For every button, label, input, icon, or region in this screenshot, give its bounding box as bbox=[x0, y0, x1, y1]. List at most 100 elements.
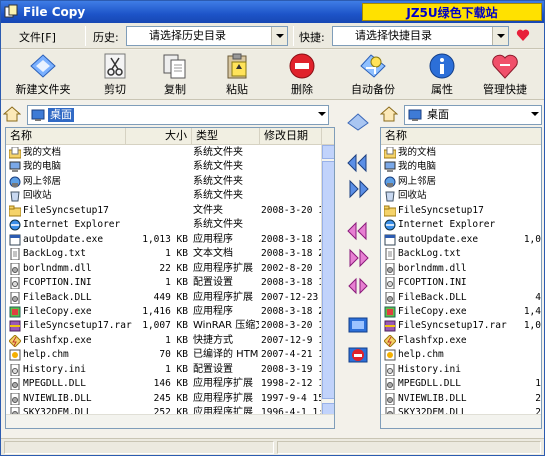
right-file-list[interactable]: 名称 我的文档 我的电脑 网上邻居 回收站 FileSyncsetup17 Interne… bbox=[380, 127, 542, 429]
file-row[interactable]: FileSyncsetup17.rar 1,0 bbox=[381, 319, 541, 334]
home-icon[interactable] bbox=[380, 106, 398, 122]
chevron-down-icon[interactable] bbox=[271, 27, 287, 45]
app-file-icon bbox=[9, 306, 21, 318]
favorite-heart-icon[interactable] bbox=[516, 28, 530, 42]
file-row[interactable]: BackLog.txt bbox=[381, 247, 541, 262]
left-path-select[interactable]: 桌面 bbox=[27, 105, 329, 125]
ini-file-icon bbox=[385, 277, 395, 290]
file-row[interactable]: 回收站 bbox=[381, 189, 541, 204]
file-size: 1 KB bbox=[165, 248, 188, 260]
file-size: 1 KB bbox=[165, 334, 188, 346]
file-row[interactable]: 我的文档 系统文件夹 bbox=[6, 146, 334, 161]
close-screen-icon[interactable] bbox=[346, 346, 370, 366]
manage-shortcut-button[interactable]: 管理快捷 bbox=[477, 52, 533, 98]
file-row[interactable]: help.chm bbox=[381, 348, 541, 363]
file-row[interactable]: FileCopy.exe 1,416 KB 应用程序 2008-3-18 22 bbox=[6, 305, 334, 320]
screen-icon[interactable] bbox=[346, 316, 370, 336]
scroll-thumb[interactable] bbox=[322, 161, 334, 399]
divider bbox=[85, 26, 86, 46]
auto-backup-button[interactable]: 自动备份 bbox=[345, 52, 401, 98]
file-row[interactable]: BackLog.txt 1 KB 文本文档 2008-3-18 20 bbox=[6, 247, 334, 262]
file-row[interactable]: FileSyncsetup17 bbox=[381, 204, 541, 219]
column-type[interactable]: 类型 bbox=[192, 128, 260, 145]
file-row[interactable]: 网上邻居 bbox=[381, 175, 541, 190]
file-row[interactable]: FileBack.DLL 449 KB 应用程序扩展 2007-12-23 12 bbox=[6, 291, 334, 306]
dll-file-icon bbox=[385, 392, 395, 405]
new-folder-button[interactable]: 新建文件夹 bbox=[15, 52, 71, 98]
file-row[interactable]: History.ini 1 KB 配置设置 2008-3-19 12 bbox=[6, 363, 334, 378]
file-row[interactable]: NVIEWLIB.DLL 2 bbox=[381, 392, 541, 407]
file-row[interactable]: FileSyncsetup17.rar 1,007 KB WinRAR 压缩文件20… bbox=[6, 319, 334, 334]
file-row[interactable]: FileSyncsetup17 文件夹 2008-3-20 1:1 bbox=[6, 204, 334, 219]
column-name[interactable]: 名称 bbox=[381, 128, 541, 145]
right-horizontal-scrollbar[interactable] bbox=[381, 414, 541, 428]
bin-file-icon bbox=[10, 191, 20, 202]
home-icon[interactable] bbox=[3, 106, 21, 122]
file-row[interactable]: MPEGDLL.DLL 1 bbox=[381, 377, 541, 392]
scissors-icon bbox=[104, 53, 126, 79]
file-date: 1998-2-12 16 bbox=[261, 378, 321, 390]
file-row[interactable]: 回收站 系统文件夹 bbox=[6, 189, 334, 204]
file-row[interactable]: Flashfxp.exe 1 KB 快捷方式 2007-12-9 16 bbox=[6, 334, 334, 349]
delete-button[interactable]: 删除 bbox=[274, 52, 330, 98]
file-row[interactable]: FileCopy.exe 1,4 bbox=[381, 305, 541, 320]
scroll-up-arrow-icon[interactable] bbox=[322, 145, 334, 159]
file-row[interactable]: 网上邻居 系统文件夹 bbox=[6, 175, 334, 190]
file-row[interactable]: 我的文档 bbox=[381, 146, 541, 161]
file-size: 1,416 KB bbox=[142, 305, 188, 317]
up-dir-icon[interactable] bbox=[346, 112, 370, 132]
column-date[interactable]: 修改日期 bbox=[260, 128, 322, 145]
column-name[interactable]: 名称 bbox=[6, 128, 126, 145]
file-row[interactable]: MPEGDLL.DLL 146 KB 应用程序扩展 1998-2-12 16 bbox=[6, 377, 334, 392]
chm-file-icon bbox=[384, 349, 396, 361]
file-row[interactable]: 我的电脑 bbox=[381, 160, 541, 175]
file-row[interactable]: History.ini bbox=[381, 363, 541, 378]
copy-right-icon[interactable] bbox=[346, 248, 370, 268]
file-size: 1,0 bbox=[523, 233, 541, 245]
file-row[interactable]: autoUpdate.exe 1,013 KB 应用程序 2008-3-18 20 bbox=[6, 233, 334, 248]
file-type: WinRAR 压缩文件 bbox=[193, 320, 259, 332]
right-path-value: 桌面 bbox=[427, 108, 449, 121]
file-row[interactable]: borlndmm.dll 22 KB 应用程序扩展 2002-8-20 16 bbox=[6, 262, 334, 277]
file-date: 2007-12-23 12 bbox=[261, 291, 321, 303]
file-row[interactable]: FCOPTION.INI 1 KB 配置设置 2008-3-18 11 bbox=[6, 276, 334, 291]
chevron-down-icon[interactable] bbox=[318, 112, 326, 116]
file-row[interactable]: Flashfxp.exe bbox=[381, 334, 541, 349]
file-name: FileSyncsetup17 bbox=[398, 204, 484, 216]
title-bar[interactable]: File Copy JZ5U绿色下载站www.jz5u.com bbox=[1, 1, 544, 38]
file-row[interactable]: FCOPTION.INI bbox=[381, 276, 541, 291]
right-path-select[interactable]: 桌面 bbox=[404, 105, 542, 125]
file-row[interactable]: help.chm 70 KB 已编译的 HTML2007-4-21 10 bbox=[6, 348, 334, 363]
shortcut-select[interactable]: 请选择快捷目录 bbox=[332, 26, 509, 46]
file-menu[interactable]: 文件[F] bbox=[19, 29, 56, 45]
file-row[interactable]: borlndmm.dll bbox=[381, 262, 541, 277]
copy-left-icon[interactable] bbox=[346, 221, 370, 241]
chevron-down-icon[interactable] bbox=[492, 27, 508, 45]
history-select[interactable]: 请选择历史目录 bbox=[126, 26, 288, 46]
dll-file-icon bbox=[10, 392, 20, 405]
new-folder-icon bbox=[30, 54, 56, 78]
file-row[interactable]: autoUpdate.exe 1,0 bbox=[381, 233, 541, 248]
file-row[interactable]: Internet Explorer bbox=[381, 218, 541, 233]
left-file-list[interactable]: 名称 大小 类型 修改日期 我的文档 系统文件夹 我的电脑 系统文件夹 网上邻居 系统文件… bbox=[5, 127, 335, 429]
copy-button[interactable]: 复制 bbox=[147, 52, 203, 98]
file-size: 1 KB bbox=[165, 363, 188, 375]
cut-button[interactable]: 剪切 bbox=[87, 52, 143, 98]
chevron-down-icon[interactable] bbox=[531, 112, 539, 116]
file-row[interactable]: 我的电脑 系统文件夹 bbox=[6, 160, 334, 175]
move-right-icon[interactable] bbox=[346, 179, 370, 199]
file-row[interactable]: NVIEWLIB.DLL 245 KB 应用程序扩展 1997-9-4 15:0 bbox=[6, 392, 334, 407]
left-horizontal-scrollbar[interactable] bbox=[6, 414, 334, 428]
file-size: 146 KB bbox=[153, 378, 188, 390]
file-row[interactable]: FileBack.DLL 4 bbox=[381, 291, 541, 306]
paste-button[interactable]: 粘贴 bbox=[209, 52, 265, 98]
left-pane: 桌面 名称 大小 类型 修改日期 我的文档 系统文件夹 我的电脑 系统文件夹 网上邻居系… bbox=[1, 101, 338, 431]
properties-button[interactable]: 属性 bbox=[414, 52, 470, 98]
column-size[interactable]: 大小 bbox=[126, 128, 192, 145]
move-left-icon[interactable] bbox=[346, 153, 370, 173]
file-date: 2008-3-20 1:1 bbox=[261, 320, 321, 332]
left-vertical-scrollbar[interactable] bbox=[321, 145, 334, 417]
file-row[interactable]: Internet Explorer 系统文件夹 bbox=[6, 218, 334, 233]
file-size: 1,0 bbox=[523, 320, 541, 332]
sync-both-icon[interactable] bbox=[346, 276, 370, 296]
